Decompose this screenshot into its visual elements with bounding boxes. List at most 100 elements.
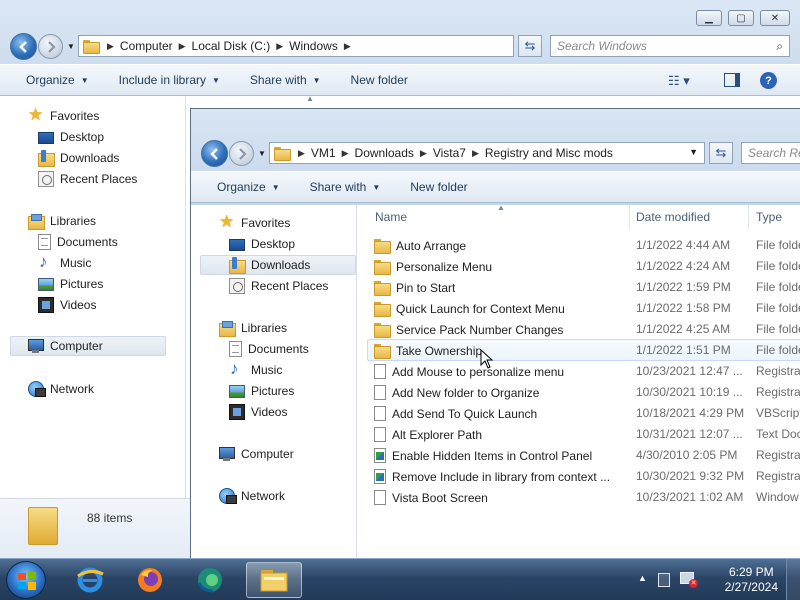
- search-icon[interactable]: ⌕: [776, 39, 783, 54]
- chevron-right-icon[interactable]: ▶: [173, 41, 192, 52]
- chevron-right-icon[interactable]: ▶: [270, 41, 289, 52]
- start-button[interactable]: [6, 561, 46, 599]
- list-item[interactable]: Auto Arrange 1/1/2022 4:44 AM File folde: [367, 235, 800, 255]
- breadcrumb-downloads[interactable]: Downloads: [355, 146, 414, 160]
- list-item[interactable]: Vista Boot Screen 10/23/2021 1:02 AM Windo…: [367, 487, 800, 507]
- taskbar-clock[interactable]: 6:29 PM 2/27/2024: [725, 565, 778, 595]
- maximize-button[interactable]: ▢: [728, 10, 754, 26]
- nav-documents[interactable]: Documents: [229, 339, 309, 359]
- list-item[interactable]: Service Pack Number Changes 1/1/2022 4:25…: [367, 319, 800, 339]
- nav-downloads[interactable]: Downloads: [38, 148, 119, 168]
- refresh-button[interactable]: ⇆: [518, 35, 542, 57]
- breadcrumb-vista7[interactable]: Vista7: [433, 146, 466, 160]
- close-button[interactable]: ✕: [760, 10, 790, 26]
- nav-network[interactable]: Network: [219, 486, 285, 506]
- preview-pane-icon[interactable]: [724, 73, 740, 87]
- chevron-right-icon[interactable]: ▶: [466, 148, 485, 159]
- breadcrumb-windows[interactable]: Windows: [289, 39, 338, 53]
- share-with-menu[interactable]: Share with ▼: [310, 180, 381, 194]
- list-item[interactable]: Enable Hidden Items in Control Panel 4/30…: [367, 445, 800, 465]
- list-item[interactable]: Add New folder to Organize 10/30/2021 10:…: [367, 382, 800, 402]
- organize-menu[interactable]: Organize ▼: [26, 73, 89, 87]
- organize-menu[interactable]: Organize ▼: [217, 180, 280, 194]
- list-item-hovered[interactable]: Take Ownership 1/1/2022 1:51 PM File folde: [367, 339, 800, 361]
- nav-recent-places[interactable]: Recent Places: [229, 276, 328, 296]
- action-center-icon[interactable]: [658, 573, 670, 587]
- file-name: Vista Boot Screen: [392, 490, 488, 505]
- firefox-icon[interactable]: [122, 562, 178, 598]
- file-date: 10/31/2021 12:07 ...: [636, 427, 743, 441]
- help-icon[interactable]: ?: [760, 72, 777, 89]
- nav-computer[interactable]: Computer: [219, 444, 294, 464]
- refresh-button[interactable]: ⇆: [709, 142, 733, 164]
- show-desktop-button[interactable]: [786, 559, 800, 600]
- nav-music[interactable]: Music: [229, 359, 282, 380]
- search-input[interactable]: Search Re: [741, 142, 800, 164]
- nav-pictures[interactable]: Pictures: [229, 381, 294, 401]
- column-divider[interactable]: [748, 205, 749, 229]
- nav-network[interactable]: Network: [28, 379, 94, 399]
- internet-explorer-icon[interactable]: [62, 562, 118, 598]
- forward-button[interactable]: [38, 34, 63, 59]
- include-in-library-menu[interactable]: Include in library ▼: [119, 73, 220, 87]
- list-item[interactable]: Add Send To Quick Launch 10/18/2021 4:29 …: [367, 403, 800, 423]
- edge-browser-icon[interactable]: [182, 562, 238, 598]
- nav-videos[interactable]: Videos: [229, 402, 287, 422]
- nav-computer[interactable]: Computer: [10, 336, 166, 356]
- list-item[interactable]: Pin to Start 1/1/2022 1:59 PM File folde: [367, 277, 800, 297]
- list-item[interactable]: Alt Explorer Path 10/31/2021 12:07 ... Tex…: [367, 424, 800, 444]
- nav-downloads[interactable]: Downloads: [200, 255, 356, 275]
- chevron-right-icon[interactable]: ▶: [101, 41, 120, 52]
- nav-libraries[interactable]: Libraries: [219, 318, 287, 338]
- network-disconnected-icon[interactable]: ✕: [680, 572, 698, 588]
- nav-music[interactable]: Music: [38, 252, 91, 273]
- share-with-menu[interactable]: Share with ▼: [250, 73, 321, 87]
- front-explorer-window[interactable]: ▼ ▶ VM1 ▶ Downloads ▶ Vista7 ▶ Registry …: [190, 108, 800, 558]
- nav-favorites[interactable]: Favorites: [28, 105, 99, 126]
- back-button[interactable]: [10, 33, 37, 60]
- address-bar[interactable]: ▶ Computer ▶ Local Disk (C:) ▶ Windows ▶: [78, 35, 514, 57]
- list-item[interactable]: Quick Launch for Context Menu 1/1/2022 1:…: [367, 298, 800, 318]
- back-button[interactable]: [201, 140, 228, 167]
- list-item[interactable]: Remove Include in library from context .…: [367, 466, 800, 486]
- nav-videos[interactable]: Videos: [38, 295, 96, 315]
- show-hidden-icons-icon[interactable]: ▲: [638, 573, 647, 583]
- column-date-modified[interactable]: Date modified: [636, 210, 710, 224]
- chevron-right-icon[interactable]: ▶: [338, 41, 357, 52]
- column-divider[interactable]: [629, 205, 630, 229]
- nav-pictures[interactable]: Pictures: [38, 274, 103, 294]
- file-date: 1/1/2022 1:58 PM: [636, 301, 731, 315]
- file-list-header: ▲ Name Date modified Type: [357, 203, 800, 229]
- column-name[interactable]: Name: [375, 210, 407, 224]
- new-folder-button[interactable]: New folder: [410, 180, 467, 194]
- recent-pages-dropdown-icon[interactable]: ▼: [258, 149, 266, 158]
- windows-explorer-taskbar-button[interactable]: [246, 562, 302, 598]
- nav-desktop[interactable]: Desktop: [229, 234, 295, 254]
- chevron-right-icon[interactable]: ▶: [336, 148, 355, 159]
- search-input[interactable]: Search Windows ⌕: [550, 35, 790, 57]
- minimize-button[interactable]: ▁: [696, 10, 722, 26]
- file-type: File folde: [756, 322, 800, 336]
- breadcrumb-computer[interactable]: Computer: [120, 39, 173, 53]
- nav-documents[interactable]: Documents: [38, 232, 118, 252]
- view-options-icon[interactable]: ☷ ▾: [668, 73, 690, 89]
- chevron-right-icon[interactable]: ▶: [292, 148, 311, 159]
- recent-pages-dropdown-icon[interactable]: ▼: [67, 42, 75, 51]
- breadcrumb-vm1[interactable]: VM1: [311, 146, 336, 160]
- sort-arrow-icon: ▲: [497, 203, 505, 212]
- new-folder-button[interactable]: New folder: [351, 73, 408, 87]
- list-item[interactable]: Personalize Menu 1/1/2022 4:24 AM File fol…: [367, 256, 800, 276]
- column-type[interactable]: Type: [756, 210, 782, 224]
- nav-libraries[interactable]: Libraries: [28, 211, 96, 231]
- forward-button[interactable]: [229, 141, 254, 166]
- breadcrumb-local-disk[interactable]: Local Disk (C:): [192, 39, 271, 53]
- caret-down-icon: ▼: [372, 182, 381, 192]
- nav-favorites[interactable]: Favorites: [219, 212, 290, 233]
- address-bar[interactable]: ▶ VM1 ▶ Downloads ▶ Vista7 ▶ Registry an…: [269, 142, 705, 164]
- list-item[interactable]: Add Mouse to personalize menu 10/23/2021 …: [367, 361, 800, 381]
- address-dropdown-icon[interactable]: ▼: [689, 147, 698, 157]
- nav-desktop[interactable]: Desktop: [38, 127, 104, 147]
- nav-recent-places[interactable]: Recent Places: [38, 169, 137, 189]
- breadcrumb-registry-misc-mods[interactable]: Registry and Misc mods: [485, 146, 613, 160]
- chevron-right-icon[interactable]: ▶: [414, 148, 433, 159]
